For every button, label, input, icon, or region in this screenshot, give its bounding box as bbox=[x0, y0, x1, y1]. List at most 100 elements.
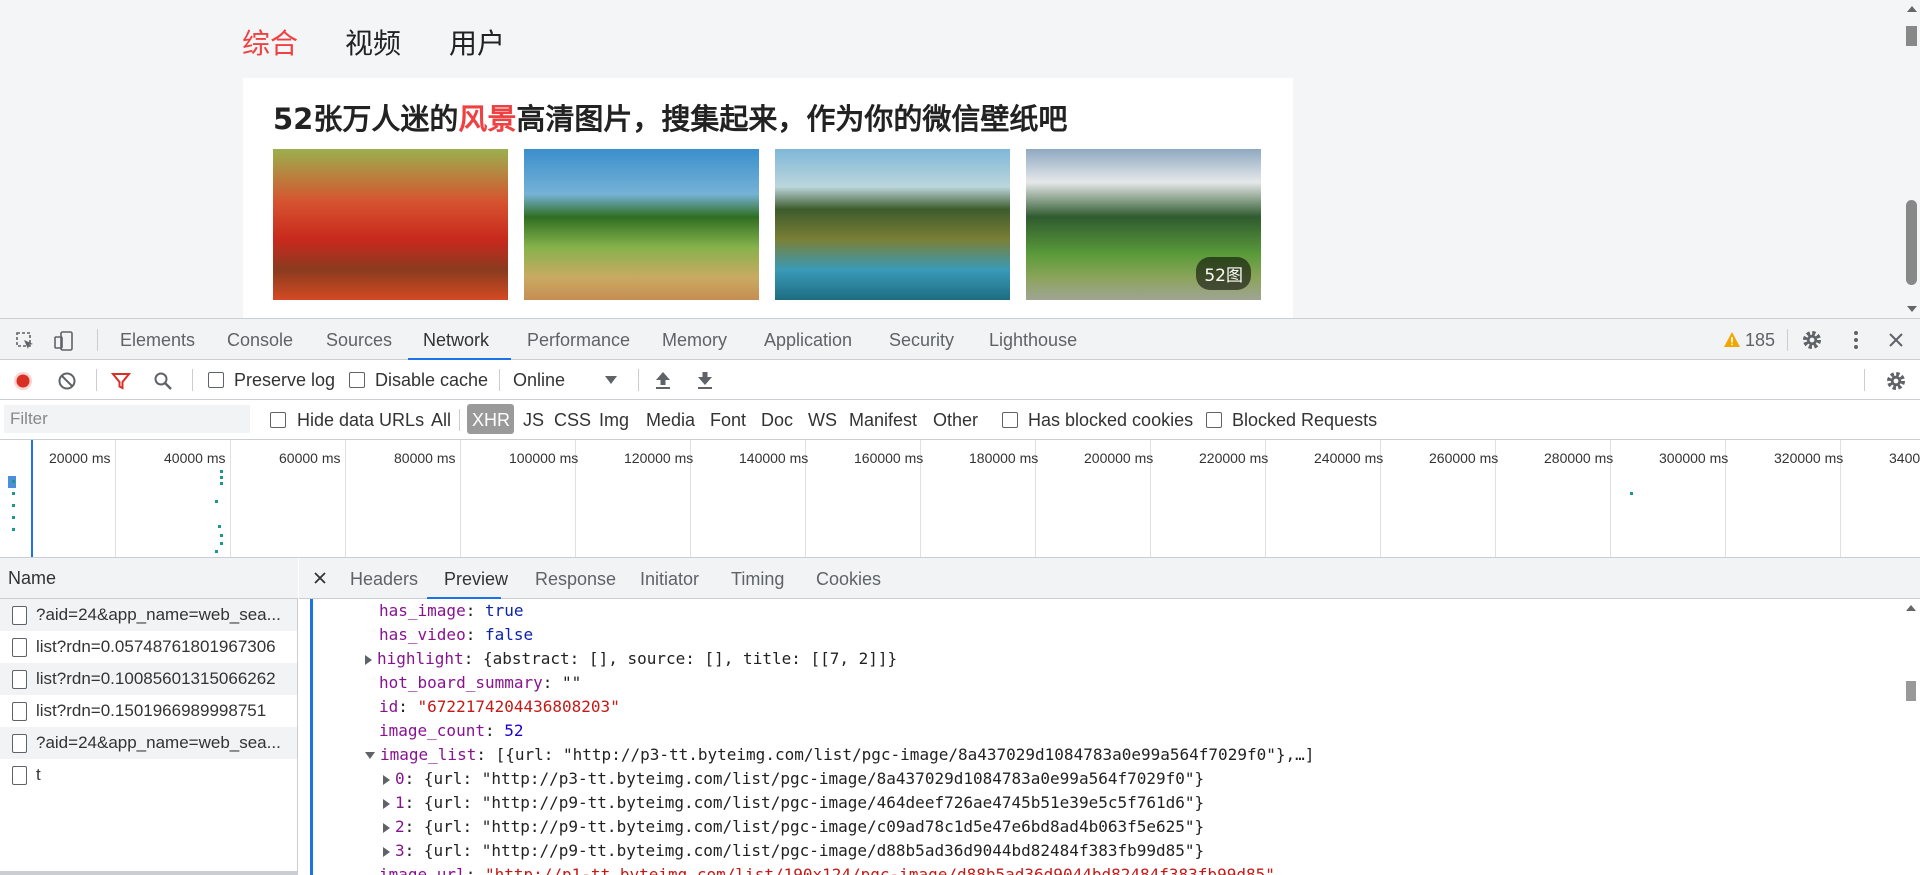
detail-tab-preview[interactable]: Preview bbox=[444, 569, 508, 590]
inspect-element-icon[interactable] bbox=[14, 330, 36, 352]
json-line-image-item[interactable]: 1: {url: "http://p9-tt.byteimg.com/list/… bbox=[383, 791, 1204, 815]
json-line-image-item[interactable]: 2: {url: "http://p9-tt.byteimg.com/list/… bbox=[383, 815, 1204, 839]
tab-console[interactable]: Console bbox=[227, 330, 293, 351]
filter-type-css[interactable]: CSS bbox=[554, 410, 591, 431]
scroll-down-icon[interactable] bbox=[1907, 306, 1917, 312]
request-row[interactable]: list?rdn=0.10085601315066262 bbox=[0, 663, 297, 695]
record-icon[interactable] bbox=[12, 370, 34, 392]
detail-tab-timing[interactable]: Timing bbox=[731, 569, 784, 590]
disable-cache-checkbox[interactable] bbox=[349, 372, 365, 388]
timeline-tick-label: 60000 ms bbox=[279, 450, 341, 466]
chevron-down-icon[interactable] bbox=[604, 374, 618, 386]
tab-performance[interactable]: Performance bbox=[527, 330, 630, 351]
article-title[interactable]: 52张万人迷的风景高清图片，搜集起来，作为你的微信壁纸吧 bbox=[273, 96, 1067, 138]
scroll-up-icon[interactable] bbox=[1906, 605, 1916, 611]
json-preview[interactable]: has_image: true has_video: false highlig… bbox=[299, 599, 1902, 875]
tab-memory[interactable]: Memory bbox=[662, 330, 727, 351]
thumbnail-mountains[interactable]: 52图 bbox=[1026, 149, 1261, 300]
detail-tab-response[interactable]: Response bbox=[535, 569, 616, 590]
preview-scrollbar[interactable] bbox=[1902, 599, 1920, 875]
filter-type-manifest[interactable]: Manifest bbox=[849, 410, 917, 431]
clear-icon[interactable] bbox=[56, 370, 78, 392]
scroll-thumb[interactable] bbox=[1906, 681, 1916, 701]
more-options-icon[interactable] bbox=[1846, 328, 1866, 352]
thumbnail-tulips[interactable] bbox=[273, 149, 508, 300]
has-blocked-cookies-checkbox[interactable] bbox=[1002, 412, 1018, 428]
name-column-header[interactable]: Name bbox=[0, 558, 298, 599]
expand-arrow-icon[interactable] bbox=[365, 654, 372, 665]
warning-count[interactable]: 185 bbox=[1745, 330, 1775, 351]
close-details-icon[interactable] bbox=[312, 570, 328, 586]
json-line-image-item[interactable]: 3: {url: "http://p9-tt.byteimg.com/list/… bbox=[383, 839, 1204, 863]
filter-type-font[interactable]: Font bbox=[710, 410, 746, 431]
close-devtools-icon[interactable] bbox=[1885, 329, 1907, 351]
json-line-id[interactable]: id: "6722174204436808203" bbox=[379, 695, 620, 719]
timeline-request-dot bbox=[220, 476, 223, 479]
hide-data-urls-label[interactable]: Hide data URLs bbox=[297, 410, 424, 431]
tab-sources[interactable]: Sources bbox=[326, 330, 392, 351]
thumbnail-tree[interactable] bbox=[524, 149, 759, 300]
request-row[interactable]: t bbox=[0, 759, 297, 791]
preserve-log-label[interactable]: Preserve log bbox=[234, 370, 335, 391]
filter-type-other[interactable]: Other bbox=[933, 410, 978, 431]
filter-input[interactable] bbox=[4, 405, 250, 433]
warning-icon[interactable] bbox=[1722, 330, 1742, 350]
filter-icon[interactable] bbox=[110, 370, 132, 392]
filter-type-doc[interactable]: Doc bbox=[761, 410, 793, 431]
article-card[interactable]: 52张万人迷的风景高清图片，搜集起来，作为你的微信壁纸吧 52图 bbox=[243, 78, 1293, 318]
json-line-image-count[interactable]: image_count: 52 bbox=[379, 719, 524, 743]
request-row[interactable]: list?rdn=0.1501966989998751 bbox=[0, 695, 297, 727]
selection-bar bbox=[310, 599, 313, 875]
filter-type-media[interactable]: Media bbox=[646, 410, 695, 431]
filter-type-ws[interactable]: WS bbox=[808, 410, 837, 431]
json-line-highlight[interactable]: highlight: {abstract: [], source: [], ti… bbox=[365, 647, 897, 671]
throttling-select[interactable]: Online bbox=[513, 370, 565, 391]
hide-data-urls-checkbox[interactable] bbox=[270, 412, 286, 428]
json-line-image-url[interactable]: image_url: "http://p1-tt.byteimg.com/lis… bbox=[379, 863, 1275, 875]
nav-tab-user[interactable]: 用户 bbox=[449, 22, 505, 62]
request-row[interactable]: ?aid=24&app_name=web_sea... bbox=[0, 727, 297, 759]
detail-tab-cookies[interactable]: Cookies bbox=[816, 569, 881, 590]
expand-arrow-icon[interactable] bbox=[383, 822, 390, 833]
json-line-has-video[interactable]: has_video: false bbox=[379, 623, 533, 647]
page-scrollbar[interactable] bbox=[1903, 0, 1920, 318]
search-icon[interactable] bbox=[152, 370, 174, 392]
filter-type-js[interactable]: JS bbox=[523, 410, 544, 431]
preserve-log-checkbox[interactable] bbox=[208, 372, 224, 388]
tab-security[interactable]: Security bbox=[889, 330, 954, 351]
collapse-arrow-icon[interactable] bbox=[365, 752, 375, 759]
blocked-requests-label[interactable]: Blocked Requests bbox=[1232, 410, 1377, 431]
disable-cache-label[interactable]: Disable cache bbox=[375, 370, 488, 391]
settings-gear-icon[interactable] bbox=[1800, 328, 1824, 352]
blocked-requests-checkbox[interactable] bbox=[1206, 412, 1222, 428]
timeline-overview[interactable]: 20000 ms 40000 ms 60000 ms 80000 ms 100000 m… bbox=[0, 440, 1920, 558]
scroll-up-icon[interactable] bbox=[1907, 6, 1917, 12]
has-blocked-cookies-label[interactable]: Has blocked cookies bbox=[1028, 410, 1193, 431]
filter-type-xhr[interactable]: XHR bbox=[467, 404, 514, 434]
network-settings-icon[interactable] bbox=[1884, 369, 1908, 393]
detail-tab-initiator[interactable]: Initiator bbox=[640, 569, 699, 590]
json-line-image-list[interactable]: image_list: [{url: "http://p3-tt.byteimg… bbox=[365, 743, 1314, 767]
json-line-has-image[interactable]: has_image: true bbox=[379, 599, 524, 623]
request-row[interactable]: list?rdn=0.05748761801967306 bbox=[0, 631, 297, 663]
device-toolbar-icon[interactable] bbox=[52, 329, 76, 353]
json-line-hot-board[interactable]: hot_board_summary: "" bbox=[379, 671, 581, 695]
filter-type-all[interactable]: All bbox=[431, 410, 451, 431]
tab-application[interactable]: Application bbox=[764, 330, 852, 351]
nav-tab-comprehensive[interactable]: 综合 bbox=[242, 22, 298, 62]
detail-tab-headers[interactable]: Headers bbox=[350, 569, 418, 590]
export-har-icon[interactable] bbox=[694, 369, 716, 391]
expand-arrow-icon[interactable] bbox=[383, 798, 390, 809]
tab-elements[interactable]: Elements bbox=[120, 330, 195, 351]
filter-type-img[interactable]: Img bbox=[599, 410, 629, 431]
request-row[interactable]: ?aid=24&app_name=web_sea... bbox=[0, 599, 297, 631]
import-har-icon[interactable] bbox=[652, 369, 674, 391]
tab-network[interactable]: Network bbox=[423, 330, 489, 351]
scroll-thumb[interactable] bbox=[1906, 200, 1917, 285]
nav-tab-video[interactable]: 视频 bbox=[345, 22, 401, 62]
thumbnail-river[interactable] bbox=[775, 149, 1010, 300]
expand-arrow-icon[interactable] bbox=[383, 774, 390, 785]
tab-lighthouse[interactable]: Lighthouse bbox=[989, 330, 1077, 351]
json-line-image-item[interactable]: 0: {url: "http://p3-tt.byteimg.com/list/… bbox=[383, 767, 1204, 791]
expand-arrow-icon[interactable] bbox=[383, 846, 390, 857]
